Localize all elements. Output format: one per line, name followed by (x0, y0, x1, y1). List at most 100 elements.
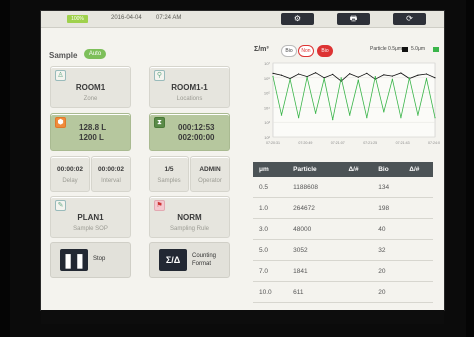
x-tick-label: 07:21:43 (396, 141, 410, 145)
table-cell (403, 197, 433, 219)
counting-format-label: Counting Format (192, 252, 216, 268)
data-point (315, 72, 317, 74)
volume-target: 1200 L (79, 133, 104, 142)
data-point (434, 117, 436, 119)
table-cell (342, 260, 373, 282)
table-cell (403, 218, 433, 240)
particle-trend-chart: 10⁷ 10⁶ 10⁵ 10⁴ 10³ 10²07:20:31 07:20:49 07:21:… (264, 61, 440, 145)
zone-card[interactable]: ♙ ROOM1 Zone (50, 66, 131, 108)
settings-button[interactable]: ⚙ (281, 13, 314, 25)
data-point (280, 74, 283, 76)
data-point (417, 114, 419, 116)
location-value: ROOM1-1 (171, 83, 208, 92)
operator-label: Operator (198, 178, 222, 184)
sop-card[interactable]: ✎ PLAN1 Sample SOP (50, 196, 131, 238)
data-point (289, 78, 291, 80)
delay-card[interactable]: 00:00:02 Delay (50, 156, 90, 192)
table-cell: 134 (372, 177, 404, 198)
x-tick-label: 07:21:25 (363, 141, 377, 145)
table-cell: 32 (372, 239, 404, 261)
data-point (383, 111, 385, 113)
table-cell: 48000 (287, 218, 343, 240)
table-cell (342, 197, 373, 219)
table-cell: 0.5 (253, 177, 288, 198)
print-button[interactable]: 🖶 (337, 13, 370, 25)
data-point (400, 72, 402, 74)
table-cell: 3.0 (253, 218, 288, 240)
timer-elapsed: 000:12:53 (178, 123, 215, 132)
counting-label: Counting (192, 253, 217, 259)
table-cell (342, 281, 373, 303)
rule-card[interactable]: ⚑ NORM Sampling Rule (149, 196, 230, 238)
location-pin-icon: ⚲ (154, 70, 165, 81)
data-point (272, 72, 274, 74)
table-row: 7.0 1841 20 (253, 260, 433, 282)
x-tick-label: 07:20:31 (266, 141, 280, 145)
header-particle: Particle (287, 162, 343, 177)
sigma-delta-icon: Σ/Δ (159, 249, 187, 271)
x-tick-label: 07:21:07 (331, 141, 345, 145)
data-point (332, 119, 334, 121)
rule-label: Sampling Rule (169, 226, 210, 232)
legend-swatch-black (402, 47, 408, 52)
samples-label: Samples (157, 178, 181, 184)
delay-value: 00:00:02 (56, 166, 84, 173)
operator-card[interactable]: ADMIN Operator (190, 156, 230, 192)
zone-label: Zone (83, 96, 98, 102)
y-tick-label: 10⁵ (264, 91, 270, 96)
data-point (332, 73, 334, 75)
legend-particle-50: 5.0μm (411, 46, 425, 52)
edit-icon: ✎ (55, 200, 66, 211)
interval-label: Interval (101, 178, 121, 184)
table-cell: 20 (372, 281, 404, 303)
battery-indicator: 100% (67, 15, 88, 23)
data-point (366, 117, 368, 119)
table-cell (403, 260, 433, 282)
table-cell (342, 218, 373, 240)
touch-screen: 100% 2016-04-04 07:24 AM ⚙ 🖶 ⟳ Sample Au… (41, 11, 444, 310)
data-point (425, 73, 428, 75)
hourglass-icon: ⧗ (154, 117, 165, 128)
data-point (357, 79, 359, 81)
table-cell (342, 239, 373, 261)
data-point (340, 77, 342, 79)
data-point (425, 77, 428, 80)
table-cell (403, 239, 433, 261)
refresh-button[interactable]: ⟳ (393, 13, 426, 25)
table-cell: 1.0 (253, 197, 288, 219)
pause-icon: ❚❚ (60, 249, 88, 271)
header-bio: Bio (372, 162, 404, 177)
timer-total: 002:00:00 (178, 133, 215, 142)
particle-table: μm Particle Δ/# Bio Δ/# 0.5 1188608 134 1.0… (253, 162, 433, 303)
data-point (349, 114, 351, 116)
samples-card[interactable]: 1/5 Samples (149, 156, 189, 192)
x-tick-label: 07:24:01 (428, 141, 440, 145)
table-row: 10.0 611 20 (253, 281, 433, 303)
location-card[interactable]: ⚲ ROOM1-1 Locations (149, 66, 230, 108)
table-header: μm Particle Δ/# Bio Δ/# (253, 162, 433, 177)
stop-label: Stop (93, 256, 106, 262)
data-point (366, 72, 368, 74)
volume-current: 128.8 L (79, 123, 107, 132)
table-cell: 3052 (287, 239, 343, 261)
counting-format-button[interactable]: Σ/Δ Counting Format (149, 242, 230, 278)
auto-mode-badge[interactable]: Auto (84, 49, 106, 59)
data-point (374, 76, 376, 78)
volume-card: ⬢ 128.8 L 1200 L (50, 113, 131, 151)
table-cell: 10.0 (253, 281, 288, 303)
table-cell: 264672 (287, 197, 343, 219)
x-tick-label: 07:20:49 (298, 141, 312, 145)
person-icon: ♙ (55, 70, 66, 81)
data-point (315, 112, 317, 114)
table-cell: 1188608 (287, 177, 343, 198)
sop-label: Sample SOP (73, 226, 108, 232)
stop-button[interactable]: ❚❚ Stop (50, 242, 131, 278)
table-row: 0.5 1188608 134 (253, 177, 433, 198)
location-label: Locations (176, 96, 203, 102)
sample-title: Sample (49, 51, 78, 60)
table-cell: 7.0 (253, 260, 288, 282)
interval-card[interactable]: 00:00:02 Interval (91, 156, 131, 192)
delay-label: Delay (62, 178, 78, 184)
format-label: Format (192, 261, 212, 267)
status-bar: 100% 2016-04-04 07:24 AM ⚙ 🖶 ⟳ (41, 11, 444, 28)
